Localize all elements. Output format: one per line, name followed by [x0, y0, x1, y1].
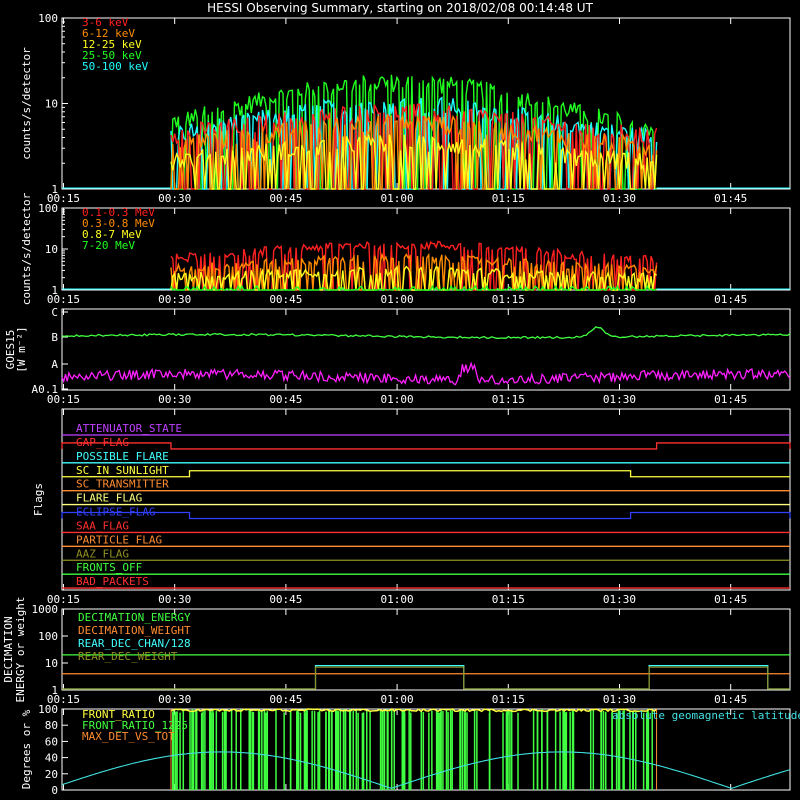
- low-xtick-label: 00:30: [158, 192, 191, 205]
- goes-xtick-label: 00:45: [269, 393, 302, 406]
- decim-ytick-label: 1: [51, 684, 58, 697]
- decim-ytick-label: 100: [38, 630, 58, 643]
- decim-xtick-label: 01:00: [381, 693, 414, 706]
- flag-label-sc-in-sunlight: SC_IN_SUNLIGHT: [76, 464, 169, 477]
- flags-ylabel: Flags: [32, 483, 45, 516]
- low-legend-50-100-kev: 50-100 keV: [82, 60, 149, 73]
- plot-title: HESSI Observing Summary, starting on 201…: [207, 1, 593, 15]
- low-xtick-label: 01:45: [714, 192, 747, 205]
- decim-legend-decimation-energy: DECIMATION_ENERGY: [78, 611, 191, 624]
- ratio-ytick-label: 40: [45, 752, 58, 765]
- decim-ylabel-2: ENERGY or weight: [14, 597, 27, 703]
- flag-label-aaz-flag: AAZ_FLAG: [76, 547, 129, 560]
- low-ytick-label: 1: [51, 183, 58, 196]
- high-xtick-label: 01:15: [492, 293, 525, 306]
- ratio-ytick-label: 60: [45, 735, 58, 748]
- flag-line-sc-in-sunlight: [62, 470, 790, 478]
- goes-yunit: [W m⁻²]: [15, 326, 28, 372]
- flags-xtick-label: 01:15: [492, 593, 525, 606]
- high-ytick-label: 100: [38, 202, 58, 215]
- goes-series-short: [61, 361, 791, 386]
- decim-xtick-label: 00:30: [158, 693, 191, 706]
- low-ytick-label: 10: [45, 98, 58, 111]
- high-ytick-label: 10: [45, 243, 58, 256]
- flags-xtick-label: 00:45: [269, 593, 302, 606]
- flag-label-gap-flag: GAP_FLAG: [76, 436, 129, 449]
- high-xtick-label: 01:45: [714, 293, 747, 306]
- decim-series-rear-dec-weight: [62, 666, 790, 690]
- high-xtick-label: 01:00: [381, 293, 414, 306]
- goes-xtick-label: 01:30: [603, 393, 636, 406]
- high-legend-7-20-mev: 7-20 MeV: [82, 239, 135, 252]
- high-ylabel: counts/s/detector: [20, 192, 33, 305]
- decim-series-rear-dec-chan-128: [62, 665, 790, 690]
- ratio-ytick-label: 80: [45, 719, 58, 732]
- high-xtick-label: 01:30: [603, 293, 636, 306]
- low-xtick-label: 00:45: [269, 192, 302, 205]
- decim-ytick-label: 1000: [32, 603, 59, 616]
- flags-xtick-label: 01:00: [381, 593, 414, 606]
- flag-label-flare-flag: FLARE_FLAG: [76, 492, 142, 505]
- flags-xtick-label: 01:30: [603, 593, 636, 606]
- flag-label-possible-flare: POSSIBLE_FLARE: [76, 450, 169, 463]
- goes-ytick-label: A: [51, 358, 58, 371]
- goes-xtick-label: 01:45: [714, 393, 747, 406]
- decim-xtick-label: 01:30: [603, 693, 636, 706]
- hessi-summary: { "title": "HESSI Observing Summary, sta…: [0, 0, 800, 800]
- low-xtick-label: 01:00: [381, 192, 414, 205]
- low-ytick-label: 100: [38, 12, 58, 25]
- flag-line-eclipse-flag: [61, 511, 791, 520]
- low-xtick-label: 01:15: [492, 192, 525, 205]
- ratio-ytick-label: 0: [51, 784, 58, 797]
- ratio-ylabel: Degrees or %: [20, 709, 33, 789]
- flag-label-bad-packets: BAD_PACKETS: [76, 575, 149, 588]
- flags-xtick-label: 00:30: [158, 593, 191, 606]
- low-xtick-label: 01:30: [603, 192, 636, 205]
- goes-ytick-label: B: [51, 331, 58, 344]
- flag-label-sc-transmitter: SC_TRANSMITTER: [76, 478, 169, 491]
- high-xtick-label: 00:45: [269, 293, 302, 306]
- decim-legend-rear-dec-chan-128: REAR_DEC_CHAN/128: [78, 637, 191, 650]
- goes-ytick-label: A0.1: [32, 383, 59, 396]
- flag-line-gap-flag: [61, 442, 791, 450]
- ratio-annotation: absolute geomagnetic latitude: [612, 709, 800, 722]
- flags-xtick-label: 01:45: [714, 593, 747, 606]
- goes-ytick-label: C: [51, 306, 58, 319]
- flag-label-attenuator-state: ATTENUATOR_STATE: [76, 422, 182, 435]
- decim-xtick-label: 01:45: [714, 693, 747, 706]
- ratio-ytick-label: 20: [45, 768, 58, 781]
- ratio-legend-max-det-vs-tot: MAX_DET_VS_TOT: [82, 730, 175, 743]
- decim-legend-rear-dec-weight: REAR_DEC_WEIGHT: [78, 650, 178, 663]
- flag-label-eclipse-flag: ECLIPSE_FLAG: [76, 506, 155, 519]
- flag-label-saa-flag: SAA_FLAG: [76, 519, 129, 532]
- ratio-ytick-label: 100: [38, 703, 58, 716]
- decim-xtick-label: 00:45: [269, 693, 302, 706]
- flag-label-fronts-off: FRONTS_OFF: [76, 561, 142, 574]
- summary-plot: HESSI Observing Summary, starting on 201…: [2, 1, 800, 797]
- goes-xtick-label: 01:00: [381, 393, 414, 406]
- flags-frame: [61, 408, 791, 591]
- goes-xtick-label: 00:30: [158, 393, 191, 406]
- decim-xtick-label: 01:15: [492, 693, 525, 706]
- decim-legend-decimation-weight: DECIMATION_WEIGHT: [78, 624, 191, 637]
- goes-xtick-label: 01:15: [492, 393, 525, 406]
- low-ylabel: counts/s/detector: [20, 47, 33, 160]
- high-ytick-label: 1: [51, 284, 58, 297]
- decim-ytick-label: 10: [45, 657, 58, 670]
- goes-series-long: [61, 326, 791, 340]
- high-xtick-label: 00:30: [158, 293, 191, 306]
- flag-label-particle-flag: PARTICLE_FLAG: [76, 533, 162, 546]
